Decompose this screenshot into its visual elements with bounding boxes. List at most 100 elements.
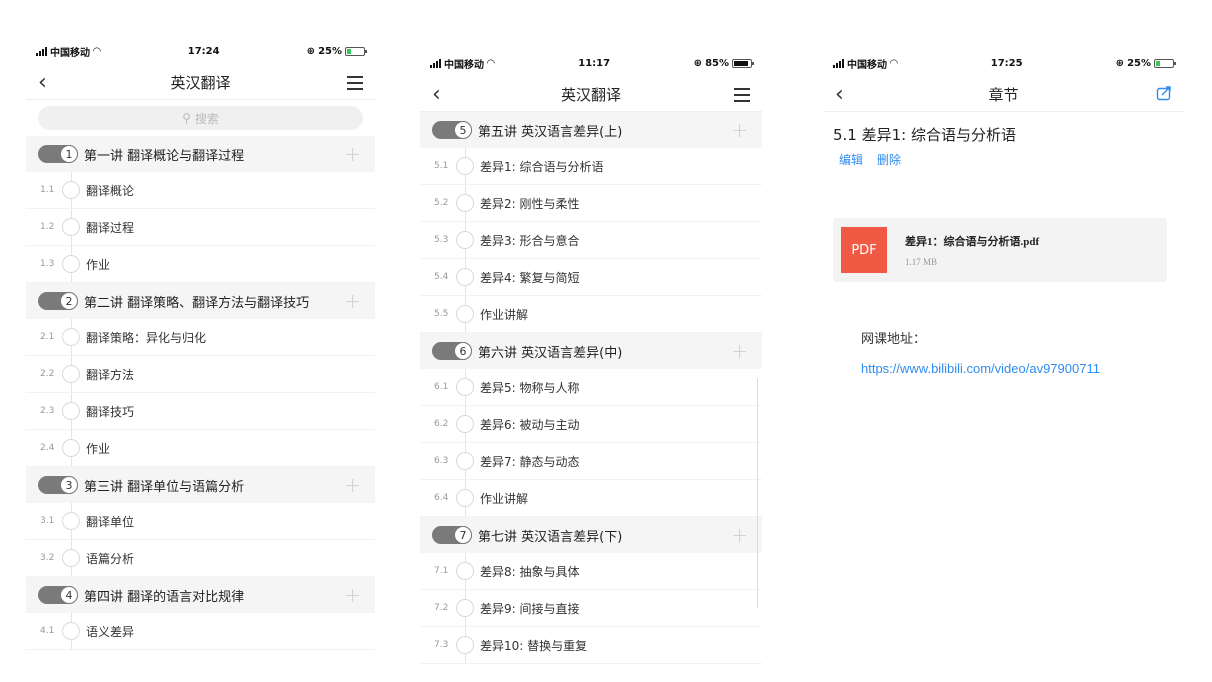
progress-circle-icon	[62, 402, 80, 420]
search-placeholder: 搜索	[194, 111, 219, 126]
lecture-list: 5 第五讲 英汉语言差异(上) +5.1 差异1: 综合语与分析语 5.2 差异2: 刚性…	[420, 112, 762, 664]
lesson-item[interactable]: 1.2 翻译过程	[26, 209, 375, 246]
lesson-number: 3.1	[40, 516, 55, 526]
edit-button[interactable]: 编辑	[839, 151, 863, 168]
lecture-header[interactable]: 2 第二讲 翻译策略、翻译方法与翻译技巧 +	[26, 283, 375, 319]
carrier-label: 中国移动	[847, 59, 887, 71]
lesson-name: 作业讲解	[480, 307, 529, 322]
file-size: 1.17 MB	[905, 257, 938, 267]
signal-icon	[430, 58, 441, 68]
lecture-number: 6	[454, 342, 472, 360]
add-icon[interactable]: +	[344, 583, 361, 607]
lesson-item[interactable]: 7.3 差异10: 替换与重复	[420, 627, 762, 664]
progress-circle-icon	[456, 599, 474, 617]
lesson-item[interactable]: 2.4 作业	[26, 430, 375, 467]
lesson-item[interactable]: 1.3 作业	[26, 246, 375, 283]
lecture-list: 1 第一讲 翻译概论与翻译过程 +1.1 翻译概论 1.2 翻译过程 1.3 作业 2 第二讲 翻…	[26, 136, 375, 650]
lecture-header[interactable]: 5 第五讲 英汉语言差异(上) +	[420, 112, 762, 148]
course-url-link[interactable]: https://www.bilibili.com/video/av9790071…	[861, 361, 1184, 376]
lesson-item[interactable]: 6.3 差异7: 静态与动态	[420, 443, 762, 480]
collapse-toggle[interactable]: 6	[432, 342, 472, 360]
lesson-item[interactable]: 3.1 翻译单位	[26, 503, 375, 540]
attachment-card[interactable]: PDF 差异1：综合语与分析语.pdf 1.17 MB	[833, 218, 1167, 282]
lesson-name: 作业	[86, 257, 111, 272]
lesson-number: 6.2	[434, 419, 449, 429]
lesson-name: 差异4: 繁复与简短	[480, 270, 580, 285]
alarm-icon: ⊕	[1115, 57, 1125, 69]
collapse-toggle[interactable]: 7	[432, 526, 472, 544]
share-icon[interactable]	[1142, 85, 1172, 105]
lecture-header[interactable]: 1 第一讲 翻译概论与翻译过程 +	[26, 136, 375, 172]
lecture-title: 第五讲 英汉语言差异(上)	[478, 124, 623, 140]
collapse-toggle[interactable]: 2	[38, 292, 78, 310]
lesson-item[interactable]: 7.1 差异8: 抽象与具体	[420, 553, 762, 590]
lesson-name: 差异5: 物称与人称	[480, 380, 580, 395]
lesson-number: 2.4	[40, 443, 55, 453]
delete-button[interactable]: 删除	[877, 151, 901, 168]
wifi-icon: ◠	[487, 57, 495, 69]
progress-circle-icon	[62, 255, 80, 273]
back-icon[interactable]: ‹	[432, 83, 462, 106]
lecture-header[interactable]: 3 第三讲 翻译单位与语篇分析 +	[26, 467, 375, 503]
lecture-title: 第七讲 英汉语言差异(下)	[478, 529, 623, 545]
lesson-item[interactable]: 7.2 差异9: 间接与直接	[420, 590, 762, 627]
page-title: 英汉翻译	[560, 86, 621, 104]
menu-icon[interactable]	[720, 87, 750, 102]
status-bar: 中国移动 ◠ 17:24 ⊕ 25%	[26, 36, 375, 66]
lecture-header[interactable]: 4 第四讲 翻译的语言对比规律 +	[26, 577, 375, 613]
collapse-toggle[interactable]: 5	[432, 121, 472, 139]
lecture-header[interactable]: 6 第六讲 英汉语言差异(中) +	[420, 333, 762, 369]
carrier-label: 中国移动	[444, 59, 484, 71]
lesson-number: 2.3	[40, 406, 55, 416]
lecture-header[interactable]: 7 第七讲 英汉语言差异(下) +	[420, 517, 762, 553]
add-icon[interactable]: +	[344, 142, 361, 166]
wifi-icon: ◠	[890, 57, 898, 69]
add-icon[interactable]: +	[344, 289, 361, 313]
lesson-item[interactable]: 4.1 语义差异	[26, 613, 375, 650]
chapter-detail-screen: 中国移动 ◠ 17:25 ⊕ 25% ‹ 章节 5.1 差异1: 综合语与分析语…	[823, 48, 1184, 666]
back-icon[interactable]: ‹	[835, 83, 865, 106]
signal-icon	[36, 46, 47, 56]
status-time: 17:25	[990, 57, 1023, 69]
menu-icon[interactable]	[333, 75, 363, 90]
lesson-item[interactable]: 2.1 翻译策略：异化与归化	[26, 319, 375, 356]
carrier-label: 中国移动	[50, 47, 90, 59]
lecture-number: 3	[60, 476, 78, 494]
progress-circle-icon	[456, 231, 474, 249]
lesson-item[interactable]: 5.1 差异1: 综合语与分析语	[420, 148, 762, 185]
lesson-item[interactable]: 3.2 语篇分析	[26, 540, 375, 577]
lecture-number: 5	[454, 121, 472, 139]
add-icon[interactable]: +	[731, 523, 748, 547]
add-icon[interactable]: +	[344, 473, 361, 497]
pdf-icon: PDF	[841, 227, 887, 273]
lesson-item[interactable]: 5.3 差异3: 形合与意合	[420, 222, 762, 259]
lesson-name: 翻译概论	[86, 183, 135, 198]
add-icon[interactable]: +	[731, 339, 748, 363]
page-title: 英汉翻译	[170, 74, 231, 92]
scrollbar[interactable]	[757, 378, 758, 608]
progress-circle-icon	[456, 636, 474, 654]
search-input[interactable]: ⚲ 搜索	[38, 106, 363, 130]
lesson-item[interactable]: 6.2 差异6: 被动与主动	[420, 406, 762, 443]
lesson-item[interactable]: 5.4 差异4: 繁复与简短	[420, 259, 762, 296]
lesson-item[interactable]: 5.5 作业讲解	[420, 296, 762, 333]
lesson-item[interactable]: 6.1 差异5: 物称与人称	[420, 369, 762, 406]
status-bar: 中国移动 ◠ 11:17 ⊕ 85%	[420, 48, 762, 78]
lesson-item[interactable]: 2.2 翻译方法	[26, 356, 375, 393]
lesson-name: 翻译过程	[86, 220, 135, 235]
back-icon[interactable]: ‹	[38, 71, 68, 94]
lecture-title: 第四讲 翻译的语言对比规律	[84, 589, 245, 605]
battery-icon	[345, 46, 367, 56]
link-label: 网课地址：	[861, 332, 927, 347]
lesson-item[interactable]: 5.2 差异2: 刚性与柔性	[420, 185, 762, 222]
collapse-toggle[interactable]: 3	[38, 476, 78, 494]
lesson-item[interactable]: 1.1 翻译概论	[26, 172, 375, 209]
progress-circle-icon	[62, 181, 80, 199]
collapse-toggle[interactable]: 4	[38, 586, 78, 604]
battery-icon	[1154, 58, 1176, 68]
lesson-item[interactable]: 2.3 翻译技巧	[26, 393, 375, 430]
lesson-name: 作业讲解	[480, 491, 529, 506]
collapse-toggle[interactable]: 1	[38, 145, 78, 163]
add-icon[interactable]: +	[731, 118, 748, 142]
lesson-item[interactable]: 6.4 作业讲解	[420, 480, 762, 517]
